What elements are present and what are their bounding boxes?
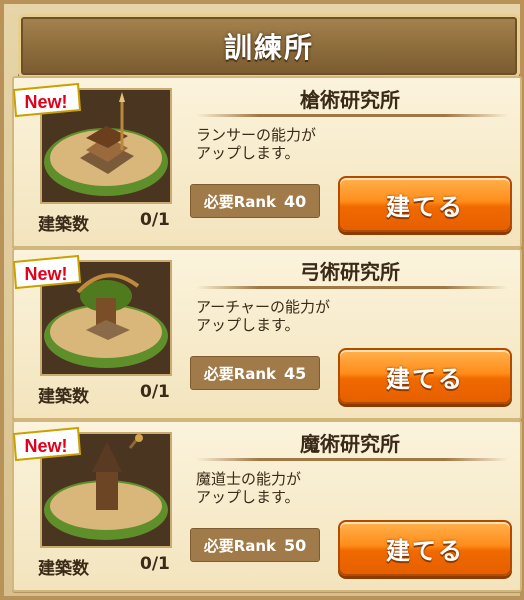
- building-description: ランサーの能力が アップします。: [196, 126, 317, 162]
- building-description: アーチャーの能力が アップします。: [196, 298, 330, 334]
- new-badge-text: New!: [24, 436, 67, 456]
- required-rank-badge: 必要Rank 40: [190, 184, 320, 218]
- building-card-magic: New! 建築数 0/1 魔術研究所 魔道士の能力が アップします。 必要Ran…: [12, 420, 522, 592]
- required-rank-value: 50: [284, 535, 307, 555]
- required-rank-value: 40: [284, 191, 307, 211]
- new-badge-text: New!: [24, 92, 67, 112]
- required-rank-badge: 必要Rank 45: [190, 356, 320, 390]
- title-divider: [196, 114, 508, 117]
- building-name: 魔術研究所: [300, 432, 400, 456]
- build-count-label: 建築数: [38, 215, 89, 235]
- building-name: 槍術研究所: [300, 88, 400, 112]
- build-button[interactable]: 建てる: [338, 348, 512, 404]
- build-count-value: 0/1: [140, 382, 170, 402]
- build-button[interactable]: 建てる: [338, 176, 512, 232]
- title-divider: [196, 458, 508, 461]
- title-bar: 訓練所: [18, 14, 520, 78]
- building-description: 魔道士の能力が アップします。: [196, 470, 302, 506]
- building-card-bow: New! 建築数 0/1 弓術研究所 アーチャーの能力が アップします。 必要R…: [12, 248, 522, 420]
- new-badge: New!: [12, 426, 82, 462]
- required-rank-label: 必要Rank: [203, 192, 277, 211]
- required-rank-label: 必要Rank: [203, 364, 277, 383]
- required-rank-label: 必要Rank: [203, 536, 277, 555]
- title-divider: [196, 286, 508, 289]
- new-badge: New!: [12, 82, 82, 118]
- build-button[interactable]: 建てる: [338, 520, 512, 576]
- required-rank-badge: 必要Rank 50: [190, 528, 320, 562]
- building-name: 弓術研究所: [300, 260, 400, 284]
- new-badge-text: New!: [24, 264, 67, 284]
- required-rank-value: 45: [284, 363, 307, 383]
- page-title: 訓練所: [223, 31, 314, 64]
- build-count-label: 建築数: [38, 387, 89, 407]
- training-panel: 訓練所 New! 建築数 0/1 槍術研究所 ランサーの能力が アップします。: [0, 0, 524, 600]
- new-badge: New!: [12, 254, 82, 290]
- building-card-spear: New! 建築数 0/1 槍術研究所 ランサーの能力が アップします。 必要Ra…: [12, 76, 522, 248]
- build-count-value: 0/1: [140, 210, 170, 230]
- build-count-label: 建築数: [38, 559, 89, 579]
- build-count-value: 0/1: [140, 554, 170, 574]
